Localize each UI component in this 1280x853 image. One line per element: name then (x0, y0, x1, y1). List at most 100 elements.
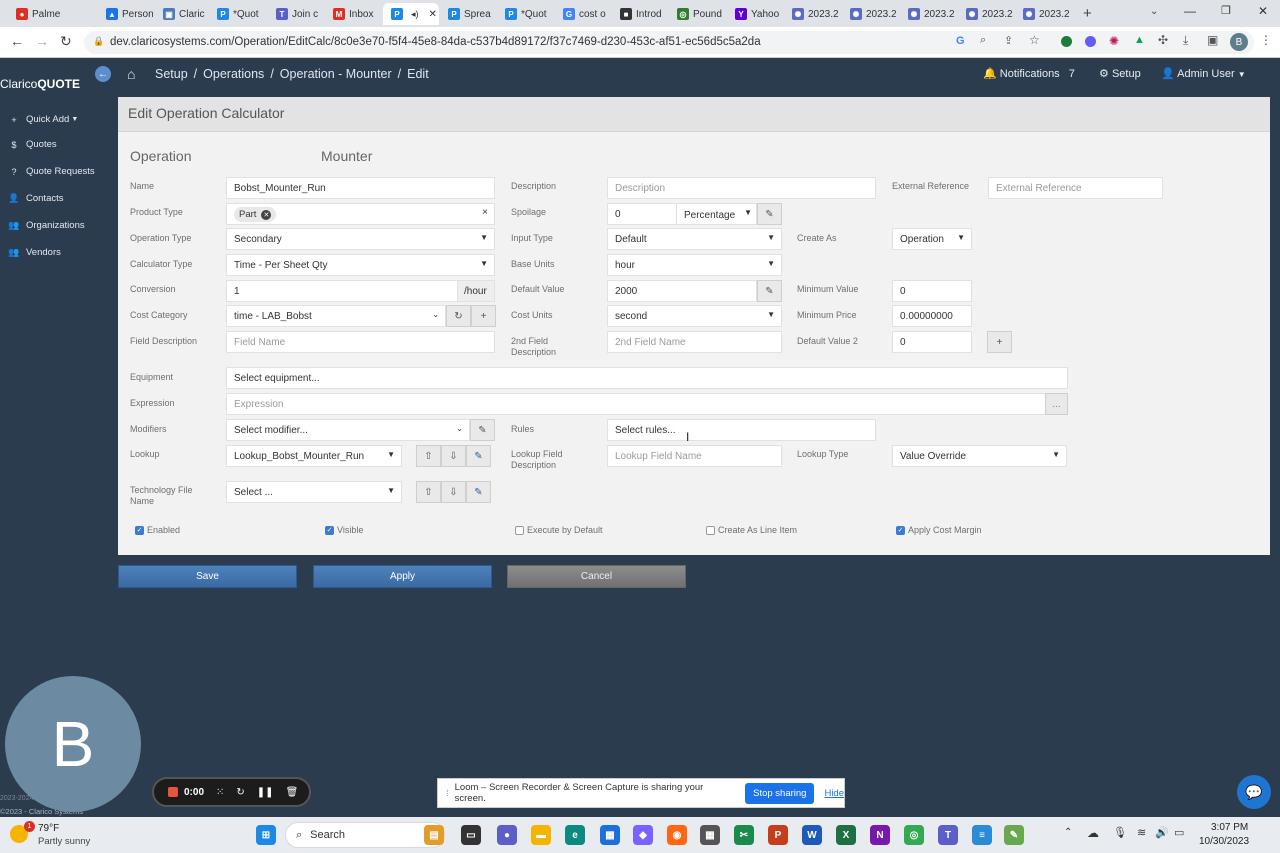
edit-default-value-button[interactable]: ✎ (757, 280, 782, 302)
upload-lookup-button[interactable]: ⇧ (416, 445, 441, 467)
browser-tab[interactable]: ● Palme (8, 3, 66, 25)
upload-technology-file-button[interactable]: ⇧ (416, 481, 441, 503)
browser-tab[interactable]: Y Yahoo (727, 3, 782, 25)
profile-avatar[interactable]: B (1230, 33, 1248, 51)
drag-handle-icon[interactable]: ⁞ (446, 788, 449, 799)
download-icon[interactable]: ⤓ (1183, 33, 1188, 48)
browser-tab[interactable]: ■ Introd (612, 3, 667, 25)
chat-bubble-button[interactable]: 💬 (1237, 775, 1271, 809)
forward-arrow-icon[interactable]: → (35, 33, 49, 49)
sidebar-item-quotes[interactable]: $ Quotes (8, 139, 56, 150)
browser-tab[interactable]: Gcost o (555, 3, 610, 25)
add-cost-category-button[interactable]: + (471, 305, 496, 327)
briefcase-icon[interactable]: ▤ (424, 825, 444, 845)
create-as-select[interactable]: Operation ▼ (892, 228, 972, 250)
microphone-icon[interactable]: 🎙 (1113, 826, 1127, 839)
extension-loom-icon[interactable] (1085, 36, 1096, 47)
restore-icon[interactable]: ❐ (1221, 4, 1231, 17)
breadcrumb-operations[interactable]: Operations (203, 67, 264, 81)
download-technology-file-button[interactable]: ⇩ (441, 481, 466, 503)
browser-tab[interactable]: ✺ 2023.2 (784, 3, 840, 25)
calculator-type-select[interactable]: Time - Per Sheet Qty ▼ (226, 254, 495, 276)
browser-tab[interactable]: M Inbox (325, 3, 381, 25)
back-arrow-icon[interactable]: ← (10, 33, 24, 49)
word-icon[interactable]: W (802, 825, 822, 845)
url-field[interactable]: 🔒 dev.claricosystems.com/Operation/EditC… (84, 31, 1254, 54)
calculator-icon[interactable]: ▦ (700, 825, 720, 845)
base-units-select[interactable]: hour ▼ (607, 254, 782, 276)
edge-icon[interactable]: e (565, 825, 585, 845)
cancel-button[interactable]: Cancel (507, 565, 686, 588)
expression-input[interactable]: Expression (226, 393, 1046, 415)
modifiers-select[interactable]: Select modifier... ⌄ (226, 419, 470, 441)
powerpoint-icon[interactable]: P (768, 825, 788, 845)
teams-chat-icon[interactable]: ● (497, 825, 517, 845)
checkbox-line-item-box[interactable] (706, 525, 715, 535)
sidebar-item-vendors[interactable]: 👥 Vendors (8, 247, 60, 258)
clock-date[interactable]: 10/30/2023 (1199, 836, 1249, 847)
browser-tab[interactable]: ✺ 2023.2 (1015, 3, 1071, 25)
create-as-line-item-checkbox[interactable]: Create As Line Item (706, 525, 797, 535)
technology-file-select[interactable]: Select ... ▼ (226, 481, 402, 503)
spoilage-unit-select[interactable]: Percentage ▼ (676, 203, 757, 225)
refresh-cost-category-button[interactable]: ↻ (446, 305, 471, 327)
lookup-select[interactable]: Lookup_Bobst_Mounter_Run ▼ (226, 445, 402, 467)
checkbox-execute-box[interactable] (515, 525, 524, 535)
browser-tab[interactable]: P Sprea (440, 3, 495, 25)
home-icon[interactable]: ⌂ (127, 66, 135, 82)
copilot-icon[interactable]: ◆ (633, 825, 653, 845)
tray-chevron-up-icon[interactable]: ⌃ (1064, 827, 1072, 838)
extension-flower-icon[interactable]: ✺ (1109, 34, 1119, 48)
browser-tab[interactable]: P ◂) ✕ (383, 3, 439, 25)
tab-search-icon[interactable]: ⌄ (1150, 6, 1158, 17)
collapse-sidebar-icon[interactable]: ← (95, 66, 111, 82)
minimum-value-input[interactable]: 0 (892, 280, 972, 302)
app-logo[interactable]: ClaricoQUOTE (0, 77, 80, 91)
edit-modifiers-button[interactable]: ✎ (470, 419, 495, 441)
setup-link[interactable]: ⚙ Setup (1099, 67, 1141, 80)
snipping-icon[interactable]: ✂ (734, 825, 754, 845)
save-button[interactable]: Save (118, 565, 297, 588)
notepad-icon[interactable]: ≡ (972, 825, 992, 845)
onenote-icon[interactable]: N (870, 825, 890, 845)
start-button[interactable]: ⊞ (256, 825, 276, 845)
quick-add-menu[interactable]: + Quick Add ▼ (8, 114, 78, 125)
field-description-input[interactable]: Field Name (226, 331, 495, 353)
equipment-select[interactable]: Select equipment... (226, 367, 1068, 389)
browser-tab[interactable]: ▲ Person (98, 3, 153, 25)
file-explorer-icon[interactable]: ▬ (531, 825, 551, 845)
download-lookup-button[interactable]: ⇩ (441, 445, 466, 467)
enabled-checkbox[interactable]: ✓ Enabled (135, 525, 180, 535)
close-tab-icon[interactable]: ✕ (429, 9, 437, 20)
cost-units-select[interactable]: second ▼ (607, 305, 782, 327)
browser-tab[interactable]: ✺ 2023.2 (958, 3, 1013, 25)
stop-recording-icon[interactable] (168, 787, 178, 797)
drawing-tool-icon[interactable]: ⁙ (216, 787, 224, 798)
close-window-icon[interactable]: ✕ (1258, 4, 1268, 18)
default-value-2-input[interactable]: 0 (892, 331, 972, 353)
pause-icon[interactable]: ❚❚ (257, 787, 274, 798)
remove-tag-icon[interactable]: ✕ (261, 209, 272, 220)
excel-icon[interactable]: X (836, 825, 856, 845)
delete-icon[interactable]: 🗑 (286, 787, 299, 798)
volume-icon[interactable]: 🔊 (1155, 826, 1169, 839)
restart-icon[interactable]: ↻ (236, 787, 244, 798)
checkbox-enabled-box[interactable]: ✓ (135, 525, 144, 535)
minimize-icon[interactable]: — (1184, 4, 1196, 18)
extension-drive-icon[interactable]: ▲ (1134, 34, 1145, 46)
lookup-field-name-input[interactable]: Lookup Field Name (607, 445, 782, 467)
stop-sharing-button[interactable]: Stop sharing (745, 782, 815, 804)
sidebar-item-organizations[interactable]: 👥 Organizations (8, 220, 84, 231)
user-menu[interactable]: 👤 Admin User ▼ (1161, 67, 1246, 80)
side-panel-icon[interactable]: ▣ (1207, 33, 1218, 47)
edit-technology-file-button[interactable]: ✎ (466, 481, 491, 503)
browser-tab[interactable]: ✺ 2023.2 (842, 3, 898, 25)
execute-by-default-checkbox[interactable]: Execute by Default (515, 525, 603, 535)
add-default-value-button[interactable]: + (987, 331, 1012, 353)
clear-icon[interactable]: × (482, 207, 488, 218)
teams-icon[interactable]: T (938, 825, 958, 845)
external-reference-input[interactable]: External Reference (988, 177, 1163, 199)
breadcrumb-operation-mounter[interactable]: Operation - Mounter (280, 67, 392, 81)
weather-widget[interactable]: 1 79°F Partly sunny (10, 821, 100, 849)
chrome-icon[interactable]: ◎ (904, 825, 924, 845)
